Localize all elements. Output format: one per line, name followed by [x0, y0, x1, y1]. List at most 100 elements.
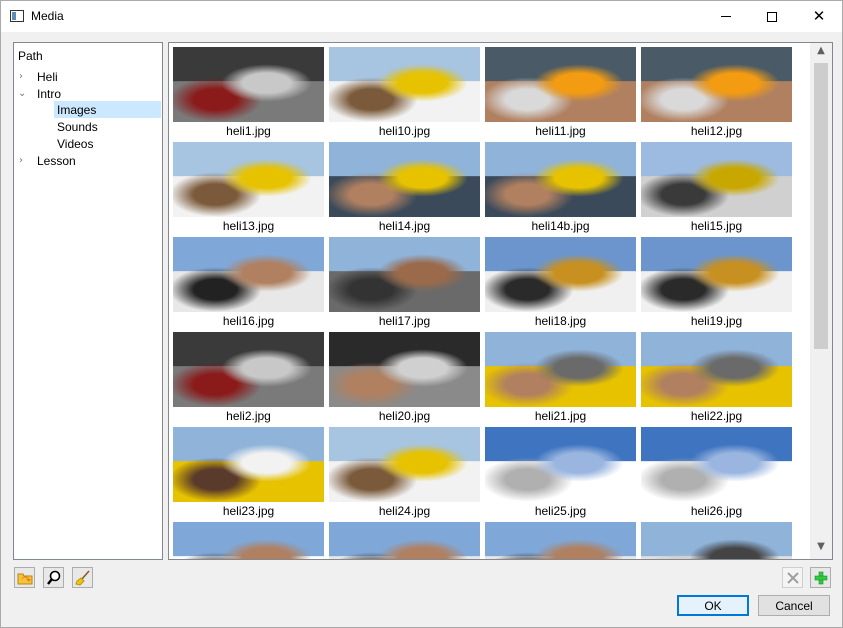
submarine-deck-icon [173, 142, 324, 217]
image-thumbnail[interactable] [485, 522, 636, 559]
image-filename: heli17.jpg [378, 314, 431, 328]
image-grid: heli1.jpg heli10.jpg heli11.jpg heli12.jpg h… [173, 47, 803, 559]
image-thumbnail[interactable]: heli18.jpg [485, 237, 636, 328]
scroll-up-icon[interactable]: ▲ [810, 45, 832, 62]
image-thumbnail[interactable]: heli17.jpg [329, 237, 480, 328]
zoom-button[interactable] [43, 567, 64, 588]
ok-button[interactable]: OK [677, 595, 749, 616]
image-thumbnail[interactable] [641, 522, 792, 559]
close-button[interactable]: ✕ [796, 1, 842, 32]
image-thumbnail[interactable]: heli1.jpg [173, 47, 324, 138]
image-grid-panel: heli1.jpg heli10.jpg heli11.jpg heli12.jpg h… [168, 42, 833, 560]
title-bar: Media ✕ [1, 1, 842, 32]
woman-railing-icon [485, 237, 636, 312]
image-thumbnail[interactable]: heli20.jpg [329, 332, 480, 423]
tree-item-sounds[interactable]: Sounds [54, 118, 161, 135]
image-thumbnail[interactable]: heli26.jpg [641, 427, 792, 518]
tree-item-images[interactable]: Images [54, 101, 161, 118]
image-thumbnail[interactable]: heli11.jpg [485, 47, 636, 138]
image-thumbnail[interactable]: heli25.jpg [485, 427, 636, 518]
image-filename: heli19.jpg [690, 314, 743, 328]
image-filename: heli24.jpg [378, 504, 431, 518]
interior-scene-icon [173, 47, 324, 122]
image-thumbnail[interactable]: heli15.jpg [641, 142, 792, 233]
image-thumbnail[interactable]: heli2.jpg [173, 332, 324, 423]
window-title: Media [31, 9, 64, 23]
minimize-button[interactable] [703, 1, 749, 32]
image-filename: heli14b.jpg [531, 219, 590, 233]
image-thumbnail[interactable]: heli13.jpg [173, 142, 324, 233]
scrollbar-thumb[interactable] [814, 63, 828, 349]
chevron-right-icon[interactable]: › [19, 155, 29, 166]
men-deck-icon [641, 332, 792, 407]
tree-item-label: Intro [37, 86, 62, 101]
chevron-right-icon[interactable]: › [19, 71, 29, 82]
image-thumbnail[interactable]: heli19.jpg [641, 237, 792, 328]
man-deck-icon [329, 332, 480, 407]
open-folder-button[interactable] [14, 567, 35, 588]
image-filename: heli20.jpg [378, 409, 431, 423]
woman-closeup-icon [329, 237, 480, 312]
media-dialog: Media ✕ Path › Heli ⌄ Intro Images Sound… [0, 0, 843, 628]
image-filename: heli23.jpg [222, 504, 275, 518]
image-thumbnail[interactable]: heli12.jpg [641, 47, 792, 138]
image-thumbnail[interactable]: heli14.jpg [329, 142, 480, 233]
minimize-icon [721, 16, 731, 17]
image-filename: heli22.jpg [690, 409, 743, 423]
image-thumbnail[interactable]: heli14b.jpg [485, 142, 636, 233]
railing-sky-icon [641, 427, 792, 502]
scroll-down-icon[interactable]: ▼ [810, 541, 832, 558]
folder-icon [17, 573, 32, 584]
folder-tree[interactable]: Path › Heli ⌄ Intro Images Sounds Videos… [13, 42, 163, 560]
remove-button[interactable] [782, 567, 803, 588]
woman-on-sub-icon [329, 142, 480, 217]
image-thumbnail[interactable] [329, 522, 480, 559]
tree-item-videos[interactable]: Videos [54, 135, 161, 152]
chevron-down-icon[interactable]: ⌄ [18, 88, 28, 99]
image-thumbnail[interactable]: heli22.jpg [641, 332, 792, 423]
broom-icon [74, 569, 90, 586]
image-filename: heli1.jpg [226, 124, 271, 138]
clean-button[interactable] [72, 567, 93, 588]
tree-item-lesson[interactable]: › Lesson [18, 152, 158, 169]
image-thumbnail[interactable]: heli10.jpg [329, 47, 480, 138]
tree-item-heli[interactable]: › Heli [18, 68, 158, 85]
railing-sky-icon [485, 427, 636, 502]
app-icon [10, 10, 24, 22]
maximize-button[interactable] [749, 1, 795, 32]
woman-on-sub-icon [485, 142, 636, 217]
image-filename: heli15.jpg [690, 219, 743, 233]
image-thumbnail[interactable]: heli23.jpg [173, 427, 324, 518]
zoom-icon [46, 570, 60, 585]
remove-icon [786, 571, 799, 584]
tree-item-label: Lesson [37, 153, 76, 168]
people-railing-icon [173, 237, 324, 312]
tree-item-intro[interactable]: ⌄ Intro [18, 85, 158, 102]
woman-sky-icon [173, 522, 324, 559]
cancel-button[interactable]: Cancel [758, 595, 830, 616]
vertical-scrollbar[interactable]: ▲ ▼ [810, 43, 832, 559]
image-filename: heli21.jpg [534, 409, 587, 423]
maximize-icon [767, 11, 777, 22]
tree-header: Path [18, 49, 43, 63]
plus-icon [814, 571, 827, 584]
image-filename: heli10.jpg [378, 124, 431, 138]
image-thumbnail[interactable]: heli21.jpg [485, 332, 636, 423]
people-railing-icon [329, 522, 480, 559]
tree-item-label: Sounds [57, 119, 98, 134]
tree-item-label: Heli [37, 69, 58, 84]
image-filename: heli12.jpg [690, 124, 743, 138]
image-filename: heli2.jpg [226, 409, 271, 423]
add-button[interactable] [810, 567, 831, 588]
woman-orange-top-icon [485, 47, 636, 122]
people-sub-icon [173, 427, 324, 502]
image-filename: heli18.jpg [534, 314, 587, 328]
submarine-deck-icon [329, 427, 480, 502]
image-thumbnail[interactable]: heli16.jpg [173, 237, 324, 328]
image-thumbnail[interactable]: heli24.jpg [329, 427, 480, 518]
image-filename: heli16.jpg [222, 314, 275, 328]
ship-rigging-icon [641, 142, 792, 217]
woman-railing-icon [641, 237, 792, 312]
woman-orange-top-icon [641, 47, 792, 122]
image-thumbnail[interactable] [173, 522, 324, 559]
